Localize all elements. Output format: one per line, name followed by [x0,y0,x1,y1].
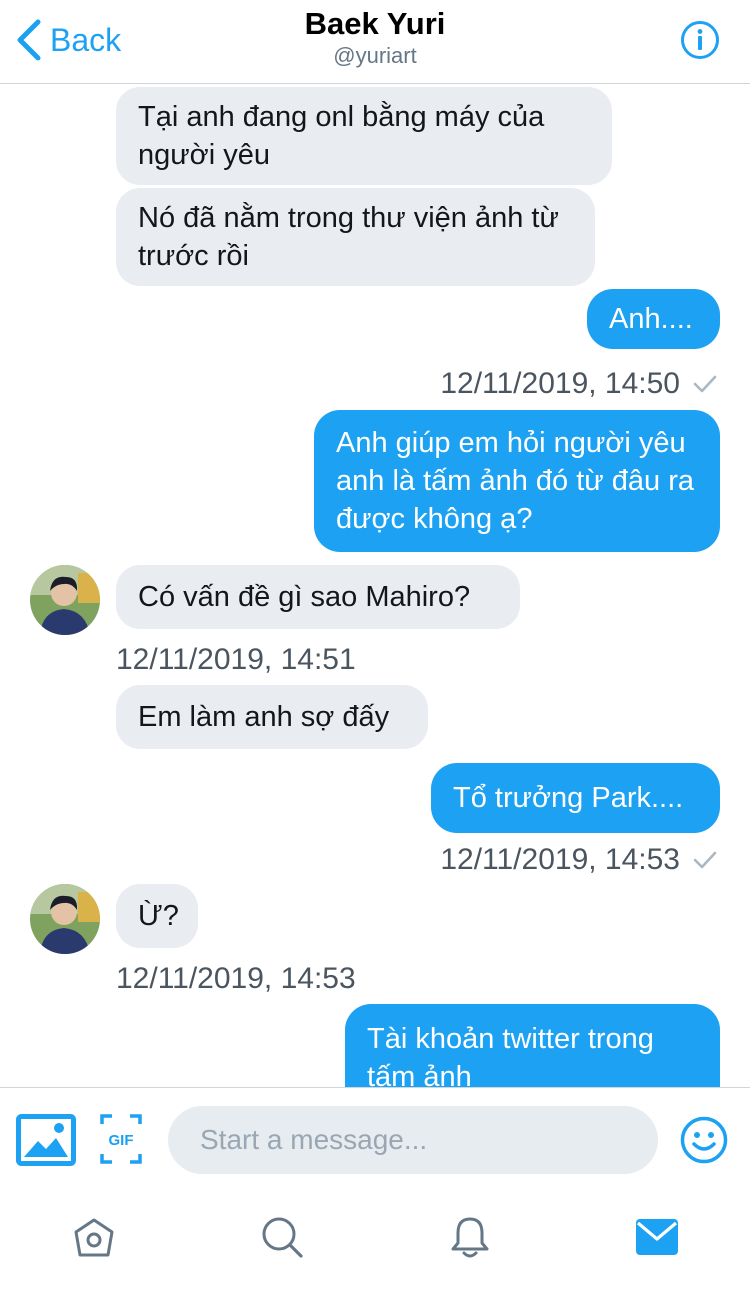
contact-avatar-image [30,884,100,954]
contact-name: Baek Yuri [304,6,446,41]
outgoing-message[interactable]: Tổ trưởng Park.... [431,763,720,833]
message-timestamp: 12/11/2019, 14:50 [440,366,718,402]
svg-text:GIF: GIF [109,1132,134,1149]
messages-icon [636,1219,678,1255]
avatar[interactable] [30,884,100,954]
tab-messages[interactable] [627,1207,687,1267]
home-icon [74,1218,114,1257]
outgoing-message[interactable]: Anh.... [587,289,720,349]
notifications-icon [451,1217,489,1258]
message-thread[interactable]: Tại anh đang onl bằng máy của người yêu … [0,84,750,1087]
avatar[interactable] [30,565,100,635]
incoming-message[interactable]: Nó đã nằm trong thư viện ảnh từ trước rồ… [116,188,595,286]
message-timestamp: 12/11/2019, 14:51 [116,643,356,676]
incoming-message[interactable]: Tại anh đang onl bằng máy của người yêu [116,87,612,185]
emoji-icon[interactable] [680,1116,728,1164]
conversation-header: Back Baek Yuri @yuriart [0,0,750,84]
incoming-message[interactable]: Ừ? [116,884,198,948]
tab-search[interactable] [252,1207,312,1267]
search-icon [262,1217,303,1258]
image-icon[interactable] [16,1114,76,1166]
outgoing-message[interactable]: Tài khoản twitter trong tấm ảnh [345,1004,720,1087]
read-check-icon [693,851,717,869]
tab-bar [0,1191,750,1289]
message-input[interactable] [168,1106,658,1174]
info-icon[interactable] [680,20,720,60]
tab-notifications[interactable] [440,1207,500,1267]
message-timestamp: 12/11/2019, 14:53 [116,962,356,995]
outgoing-message[interactable]: Anh giúp em hỏi người yêu anh là tấm ảnh… [314,410,720,552]
contact-handle: @yuriart [333,43,417,68]
gif-icon[interactable]: GIF [100,1114,142,1164]
contact-avatar-image [30,565,100,635]
incoming-message[interactable]: Có vấn đề gì sao Mahiro? [116,565,520,629]
read-check-icon [693,375,717,393]
incoming-message[interactable]: Em làm anh sợ đấy [116,685,428,749]
message-timestamp: 12/11/2019, 14:53 [440,842,718,878]
tab-home[interactable] [64,1207,124,1267]
conversation-title: Baek Yuri @yuriart [0,6,750,70]
message-composer: GIF [0,1087,750,1191]
